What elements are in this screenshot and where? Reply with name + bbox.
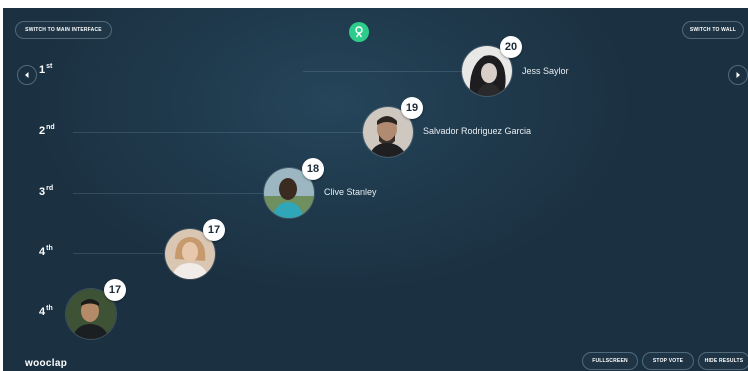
trophy-icon[interactable]: [349, 22, 369, 42]
row-divider: [73, 253, 163, 254]
score-badge: 17: [104, 279, 126, 301]
previous-button[interactable]: [17, 65, 37, 85]
stop-vote-label: STOP VOTE: [652, 358, 684, 364]
rank-label: 4th: [39, 305, 53, 318]
switch-to-wall-button[interactable]: SWITCH TO WALL: [682, 21, 744, 39]
score-badge: 20: [500, 36, 522, 58]
rank-label: 2nd: [39, 124, 55, 137]
score-badge: 19: [401, 97, 423, 119]
participant-entry: 18: [264, 158, 324, 218]
hide-results-label: HIDE RESULTS: [704, 358, 744, 364]
participant-entry: 19: [363, 97, 423, 157]
stop-vote-button[interactable]: STOP VOTE: [642, 352, 694, 370]
score-badge: 17: [203, 219, 225, 241]
fullscreen-label: FULLSCREEN: [592, 358, 628, 364]
chevron-right-icon: [736, 72, 740, 78]
participant-entry: 17: [165, 219, 225, 279]
rank-label: 4th: [39, 245, 53, 258]
score-badge: 18: [302, 158, 324, 180]
switch-to-wall-label: SWITCH TO WALL: [689, 27, 737, 33]
hide-results-button[interactable]: HIDE RESULTS: [698, 352, 748, 370]
switch-to-main-interface-button[interactable]: SWITCH TO MAIN INTERFACE: [15, 21, 112, 39]
switch-to-main-interface-label: SWITCH TO MAIN INTERFACE: [25, 27, 102, 33]
fullscreen-button[interactable]: FULLSCREEN: [582, 352, 638, 370]
wooclap-logo: wooclap: [25, 358, 68, 369]
participant-name: Jess Saylor: [522, 66, 569, 76]
row-divider: [73, 132, 363, 133]
participant-entry: 20: [462, 36, 522, 96]
chevron-left-icon: [25, 72, 29, 78]
participant-name: Clive Stanley: [324, 187, 377, 197]
leaderboard-stage: SWITCH TO MAIN INTERFACE SWITCH TO WALL …: [3, 8, 748, 371]
next-button[interactable]: [728, 65, 748, 85]
rank-label: 3rd: [39, 185, 54, 198]
participant-name: Salvador Rodriguez Garcia: [423, 126, 532, 136]
row-divider: [303, 71, 463, 72]
rank-label: 1st: [39, 63, 53, 76]
participant-entry: 17: [66, 279, 126, 339]
row-divider: [73, 193, 263, 194]
